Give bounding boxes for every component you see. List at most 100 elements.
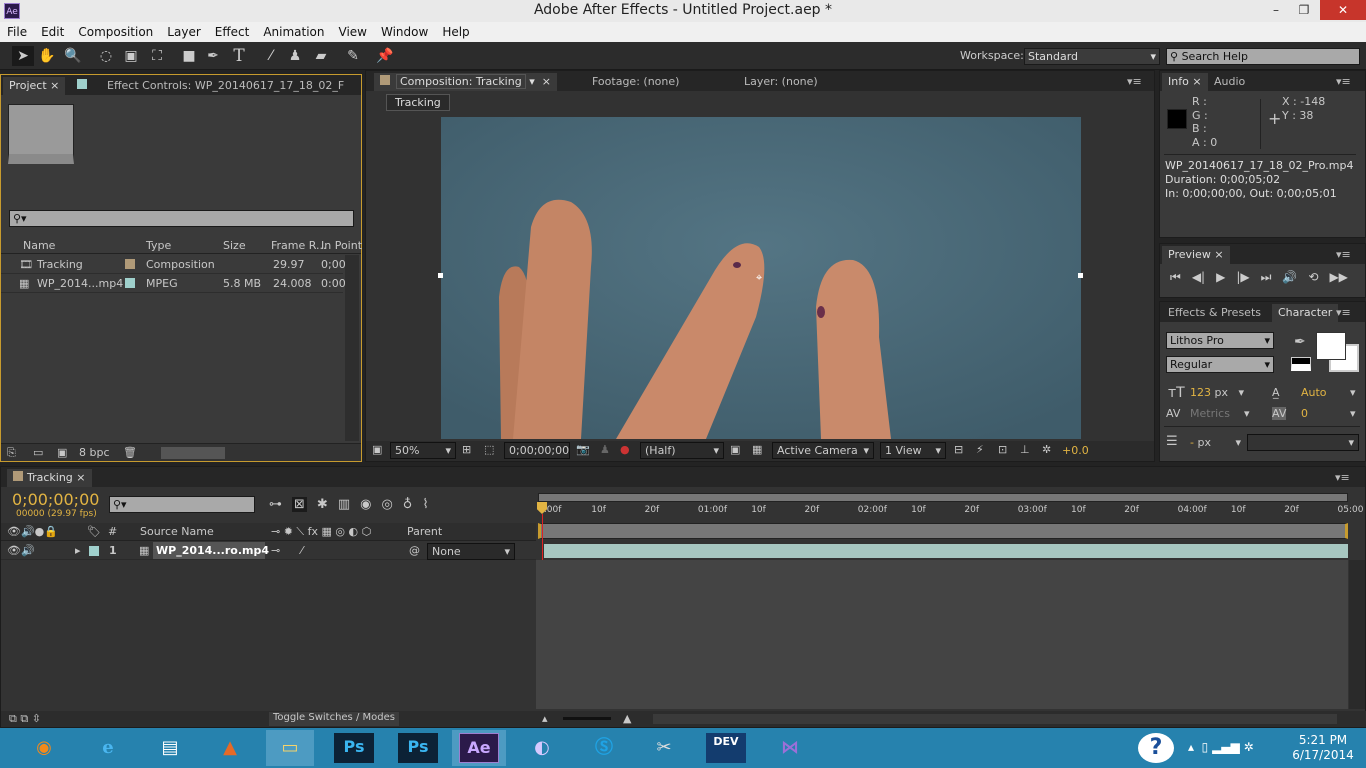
ram-preview-icon[interactable]: ▶▶ <box>1329 270 1347 285</box>
parent-select[interactable]: None ▾ <box>427 543 515 560</box>
selection-tool-icon[interactable]: ➤ <box>12 46 34 66</box>
audio-icon[interactable]: 🔊 <box>1282 270 1297 285</box>
layer-handle[interactable] <box>1078 273 1083 278</box>
channel-icon[interactable]: ● <box>620 443 630 456</box>
frame-blending-icon[interactable]: ▥ <box>338 497 350 512</box>
menu-help[interactable]: Help <box>435 22 476 42</box>
panel-menu-icon[interactable]: ▾≡ <box>1330 304 1357 322</box>
new-folder-icon[interactable]: ▭ <box>33 446 43 459</box>
anchor-point-icon[interactable]: ⌖ <box>756 271 762 285</box>
time-ruler[interactable]: 0:00f 10f 20f 01:00f 10f 20f 02:00f 10f 20f 03:00… <box>538 505 1363 523</box>
hide-shy-layers-icon[interactable]: ✱ <box>317 497 328 512</box>
eyedropper-icon[interactable]: ✒ <box>1294 334 1306 350</box>
file-explorer-icon[interactable]: ▭ <box>266 730 314 766</box>
photoshop-icon[interactable]: Ps <box>334 733 374 763</box>
zoom-out-icon[interactable]: ▴ <box>542 712 548 725</box>
previous-frame-icon[interactable]: ◀| <box>1192 270 1205 285</box>
eclipse-icon[interactable]: ◐ <box>518 730 566 766</box>
exposure-value[interactable]: +0.0 <box>1062 444 1089 457</box>
magnification-select[interactable]: 50% ▾ <box>390 442 456 459</box>
rectangle-tool-icon[interactable]: ■ <box>178 46 200 66</box>
minimize-button[interactable]: – <box>1262 0 1290 20</box>
brainstorm-icon[interactable]: ◎ <box>381 497 392 512</box>
type-tool-icon[interactable]: T <box>228 46 250 66</box>
horizontal-scrollbar[interactable] <box>161 447 225 459</box>
tab-effects-presets[interactable]: Effects & Presets <box>1162 304 1267 322</box>
column-parent[interactable]: Parent <box>407 525 442 538</box>
timeline-current-time[interactable]: 0;00;00;00 <box>12 490 99 509</box>
composition-mini-flowchart-icon[interactable]: ⊶ <box>269 497 282 512</box>
stroke-width-value[interactable]: - <box>1190 436 1194 449</box>
camera-view-select[interactable]: Active Camera ▾ <box>772 442 874 459</box>
media-app-icon[interactable]: ▤ <box>146 730 194 766</box>
snapshot-icon[interactable]: 📷 <box>576 443 590 456</box>
first-frame-icon[interactable]: ⏮ <box>1170 270 1181 285</box>
column-name[interactable]: Name <box>23 239 55 252</box>
timeline-scrollbar[interactable] <box>1349 560 1365 709</box>
project-search-input[interactable]: ⚲▾ <box>9 210 354 227</box>
system-clock[interactable]: 5:21 PM 6/17/2014 <box>1290 733 1356 763</box>
visual-studio-icon[interactable]: ⋈ <box>766 730 814 766</box>
loop-icon[interactable]: ⟲ <box>1308 270 1318 285</box>
exposure-icon[interactable]: ✲ <box>1042 443 1051 456</box>
puppet-pin-tool-icon[interactable]: 📌 <box>374 46 396 66</box>
transparency-grid-icon[interactable]: ▦ <box>752 443 762 456</box>
fast-previews-icon[interactable]: ⚡ <box>976 443 984 456</box>
expand-arrow-icon[interactable]: ▸ <box>75 544 81 557</box>
flowchart-icon[interactable]: ⊥ <box>1020 443 1030 456</box>
expand-panes-icon[interactable]: ⧉ ⧉ ⇳ <box>9 712 41 726</box>
rotate-tool-icon[interactable]: ◌ <box>95 46 117 66</box>
after-effects-taskbar-item[interactable]: Ae <box>452 730 506 766</box>
panel-menu-icon[interactable]: ▾≡ <box>1330 246 1357 264</box>
menu-window[interactable]: Window <box>374 22 435 42</box>
clone-stamp-tool-icon[interactable]: ♟ <box>284 46 306 66</box>
paint-icon[interactable]: ✂ <box>640 730 688 766</box>
visibility-icon[interactable]: 👁🔊 <box>7 544 35 557</box>
pan-behind-tool-icon[interactable]: ⛶ <box>146 46 168 66</box>
label-color[interactable] <box>89 546 99 556</box>
layer-handle[interactable] <box>438 273 443 278</box>
photoshop-icon[interactable]: Ps <box>398 733 438 763</box>
tab-timeline-tracking[interactable]: Tracking × <box>7 469 92 487</box>
trash-icon[interactable]: 🗑 <box>123 446 137 459</box>
menu-effect[interactable]: Effect <box>208 22 257 42</box>
menu-composition[interactable]: Composition <box>71 22 160 42</box>
tab-preview[interactable]: Preview × <box>1162 246 1230 264</box>
layer-row[interactable]: 👁🔊 ▸ 1 ▦ WP_2014...ro.mp4 ⊸ ⁄ @ None ▾ <box>1 542 536 560</box>
eraser-tool-icon[interactable]: ▰ <box>310 46 332 66</box>
panel-menu-icon[interactable]: ▾≡ <box>1330 73 1357 91</box>
workspace-select[interactable]: Standard ▾ <box>1024 48 1160 65</box>
tab-effect-controls[interactable]: Effect Controls: WP_20140617_17_18_02_F <box>71 77 350 95</box>
tracking-value[interactable]: 0 <box>1301 407 1308 420</box>
tab-composition[interactable]: Composition: Tracking ▾ × <box>374 73 557 91</box>
pen-tool-icon[interactable]: ✒ <box>202 46 224 66</box>
last-frame-icon[interactable]: ⏭ <box>1261 270 1272 285</box>
auto-keyframe-icon[interactable]: ♁ <box>403 497 413 512</box>
show-snapshot-icon[interactable]: ♟ <box>600 443 610 456</box>
timeline-icon[interactable]: ⊡ <box>998 443 1007 456</box>
font-style-select[interactable]: Regular ▾ <box>1166 356 1274 373</box>
pixel-aspect-icon[interactable]: ⊟ <box>954 443 963 456</box>
column-source-name[interactable]: Source Name <box>140 525 214 538</box>
help-icon[interactable]: ? <box>1138 733 1174 763</box>
tab-layer[interactable]: Layer: (none) <box>738 73 824 91</box>
quality-switch-icon[interactable]: ⁄ <box>301 544 303 557</box>
menu-view[interactable]: View <box>332 22 374 42</box>
skype-icon[interactable]: Ⓢ <box>580 730 628 766</box>
font-size-value[interactable]: 123 <box>1190 386 1211 399</box>
always-preview-icon[interactable]: ▣ <box>372 443 382 456</box>
kerning-value[interactable]: Metrics <box>1190 407 1230 420</box>
menu-layer[interactable]: Layer <box>160 22 207 42</box>
project-item-tracking[interactable]: 🎞 Tracking Composition 29.97 0;00 <box>1 255 346 274</box>
close-button[interactable]: ✕ <box>1320 0 1366 20</box>
interpret-footage-icon[interactable]: ⎘ <box>7 446 16 460</box>
timeline-search-input[interactable]: ⚲▾ <box>109 496 255 513</box>
roto-brush-tool-icon[interactable]: ✎ <box>342 46 364 66</box>
internet-explorer-icon[interactable]: e <box>84 730 132 766</box>
parent-pickwhip-icon[interactable]: @ <box>409 544 420 557</box>
tab-info[interactable]: Info × <box>1162 73 1208 91</box>
project-scrollbar[interactable] <box>345 255 359 441</box>
graph-editor-icon[interactable]: ⌇ <box>422 497 428 512</box>
menu-edit[interactable]: Edit <box>34 22 71 42</box>
comp-breadcrumb[interactable]: Tracking <box>386 94 450 111</box>
